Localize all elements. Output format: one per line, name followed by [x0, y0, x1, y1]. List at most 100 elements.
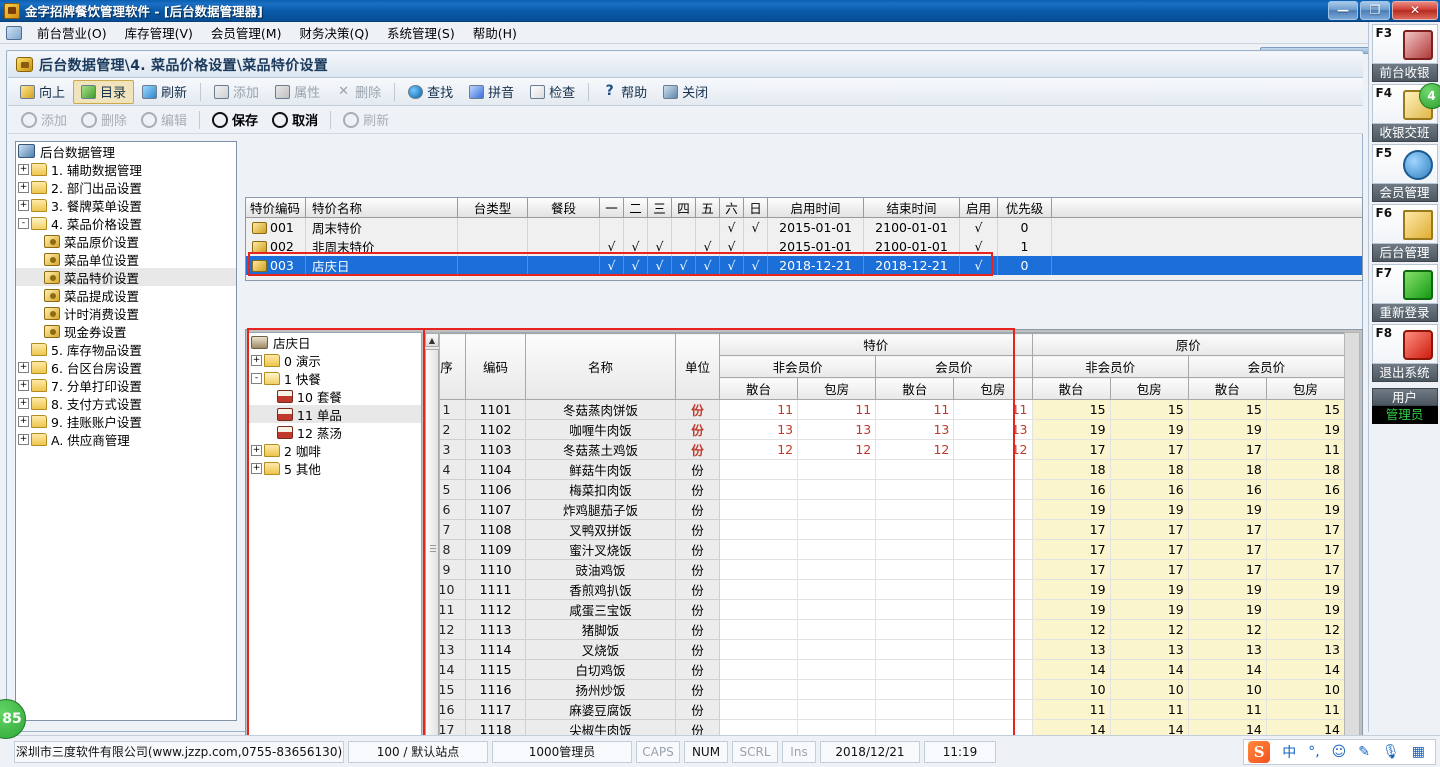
row-0-day-3[interactable] — [672, 218, 696, 237]
row-1-day-2[interactable]: √ — [648, 237, 672, 256]
cell-special-1[interactable] — [797, 599, 877, 620]
cell-special-1[interactable] — [797, 679, 877, 700]
special-price-row[interactable]: 001 周末特价 √ √ 2015-01-01 2100-01-01 √ 0 — [246, 218, 1362, 237]
cell-special-3[interactable] — [953, 499, 1033, 520]
cell-special-1[interactable] — [797, 619, 877, 640]
function-cell-f4[interactable]: F4 4 — [1371, 83, 1440, 124]
cell-special-3[interactable]: 13 — [953, 419, 1033, 440]
cell-special-1[interactable]: 12 — [797, 439, 877, 460]
cell-special-1[interactable] — [797, 519, 877, 540]
function-label-f8[interactable]: 退出系统 — [1371, 364, 1438, 382]
row-1-day-6[interactable] — [744, 237, 768, 256]
table-row[interactable]: 5 1106 梅菜扣肉饭份 16 16 16 16 — [427, 479, 1345, 500]
tree-expander-plus-icon[interactable]: + — [18, 415, 29, 427]
sogou-logo-icon[interactable]: S — [1248, 740, 1271, 763]
row-0-day-1[interactable] — [624, 218, 648, 237]
tree-expander-plus-icon[interactable]: + — [251, 444, 262, 456]
cell-special-0[interactable] — [718, 499, 799, 520]
tree-item-1[interactable]: +2. 部门出品设置 — [16, 178, 236, 196]
special-price-row[interactable]: 003 店庆日 √ √ √ √ √ √ √ 2018-12-21 2018-12-21 √ 0 — [246, 256, 1362, 275]
tree-item-11[interactable]: +6. 台区台房设置 — [16, 358, 236, 376]
ime-apps-icon[interactable]: ▦ — [1412, 744, 1425, 760]
menu-item-front-desk[interactable]: 前台营业(O) — [28, 21, 116, 44]
record-edit-button[interactable]: 编辑 — [134, 109, 194, 131]
function-label-f7[interactable]: 重新登录 — [1371, 304, 1438, 322]
toolbar-directory-button[interactable]: 目录 — [73, 79, 135, 104]
cell-special-2[interactable]: 12 — [875, 439, 955, 460]
close-button[interactable]: ✕ — [1392, 0, 1438, 20]
row-1-day-3[interactable] — [672, 237, 696, 256]
row-0-day-5[interactable]: √ — [720, 218, 744, 237]
ime-language-icon[interactable]: 中 — [1282, 742, 1296, 762]
cell-special-0[interactable]: 11 — [718, 399, 799, 420]
cell-special-2[interactable] — [875, 479, 955, 500]
row-enabled[interactable]: √ — [960, 256, 998, 275]
cell-special-3[interactable] — [953, 559, 1033, 580]
toolbar-add-button[interactable]: 添加 — [206, 80, 267, 104]
record-save-button[interactable]: 保存 — [205, 109, 265, 131]
row-2-day-1[interactable]: √ — [624, 256, 648, 275]
category-item-2[interactable]: 10 套餐 — [249, 387, 421, 405]
menu-item-inventory[interactable]: 库存管理(V) — [116, 21, 202, 44]
cell-special-0[interactable] — [718, 539, 799, 560]
tree-expander-plus-icon[interactable]: + — [18, 433, 29, 445]
tree-item-5[interactable]: 菜品单位设置 — [16, 250, 236, 268]
tree-item-10[interactable]: 5. 库存物品设置 — [16, 340, 236, 358]
cell-special-0[interactable] — [718, 599, 799, 620]
cell-special-1[interactable] — [797, 559, 877, 580]
function-label-f6[interactable]: 后台管理 — [1371, 244, 1438, 262]
table-row[interactable]: 10 1111 香煎鸡扒饭份 19 19 19 19 — [427, 579, 1345, 600]
cell-special-2[interactable] — [875, 679, 955, 700]
cell-special-1[interactable] — [797, 499, 877, 520]
row-1-day-0[interactable]: √ — [600, 237, 624, 256]
table-row[interactable]: 7 1108 叉鸭双拼饭份 17 17 17 17 — [427, 519, 1345, 540]
toolbar-close-button[interactable]: 关闭 — [655, 80, 716, 104]
function-cell-f5[interactable]: F5 — [1371, 144, 1438, 184]
tree-expander-plus-icon[interactable]: + — [251, 354, 262, 366]
function-label-f4[interactable]: 收银交班 — [1371, 124, 1438, 142]
tree-expander-plus-icon[interactable]: + — [18, 181, 29, 193]
cell-special-2[interactable] — [875, 599, 955, 620]
cell-special-1[interactable] — [797, 639, 877, 660]
tree-expander-plus-icon[interactable]: + — [18, 379, 29, 391]
cell-special-3[interactable]: 12 — [953, 439, 1033, 460]
cell-special-0[interactable]: 12 — [718, 439, 799, 460]
mdi-system-icon[interactable] — [6, 25, 22, 40]
cell-special-0[interactable] — [718, 579, 799, 600]
tree-expander-minus-icon[interactable]: - — [251, 372, 262, 384]
category-item-3[interactable]: 11 单品 — [249, 405, 421, 423]
special-price-grid[interactable]: 特价编码 特价名称 台类型 餐段 一 二 三 四 五 六 日 启用时间 结束时间… — [245, 197, 1363, 281]
cell-special-0[interactable] — [718, 479, 799, 500]
row-2-day-2[interactable]: √ — [648, 256, 672, 275]
cell-special-3[interactable] — [953, 679, 1033, 700]
function-cell-f3[interactable]: F3 — [1371, 24, 1438, 64]
cell-special-0[interactable] — [718, 559, 799, 580]
tree-item-15[interactable]: + A. 供应商管理 — [16, 430, 236, 448]
toolbar-up-button[interactable]: 向上 — [12, 80, 73, 104]
tree-root[interactable]: 后台数据管理 — [16, 142, 236, 160]
cell-special-2[interactable] — [875, 559, 955, 580]
menu-item-help[interactable]: 帮助(H) — [464, 21, 526, 44]
toolbar-search-button[interactable]: 查找 — [400, 80, 461, 104]
record-delete-button[interactable]: 删除 — [74, 109, 134, 131]
tree-item-7[interactable]: 菜品提成设置 — [16, 286, 236, 304]
tree-item-9[interactable]: 现金券设置 — [16, 322, 236, 340]
cell-special-1[interactable] — [797, 659, 877, 680]
table-row[interactable]: 11 1112 咸蛋三宝饭份 19 19 19 19 — [427, 599, 1345, 620]
row-1-day-5[interactable]: √ — [720, 237, 744, 256]
tree-item-0[interactable]: +1. 辅助数据管理 — [16, 160, 236, 178]
cell-special-3[interactable] — [953, 579, 1033, 600]
table-row[interactable]: 6 1107 炸鸡腿茄子饭份 19 19 19 19 — [427, 499, 1345, 520]
function-label-f3[interactable]: 前台收银 — [1371, 64, 1438, 82]
toolbar-help-button[interactable]: ? 帮助 — [594, 80, 655, 104]
function-cell-f8[interactable]: F8 — [1371, 324, 1438, 364]
table-row[interactable]: 13 1114 叉烧饭份 13 13 13 13 — [427, 639, 1345, 660]
table-row[interactable]: 2 1102 咖喱牛肉饭份 13 13 13 13 19 19 19 19 — [427, 419, 1345, 440]
menu-item-system[interactable]: 系统管理(S) — [378, 21, 464, 44]
toolbar-refresh-button[interactable]: 刷新 — [134, 80, 195, 104]
table-row[interactable]: 16 1117 麻婆豆腐饭份 11 11 11 11 — [427, 699, 1345, 720]
cell-special-1[interactable] — [797, 479, 877, 500]
menu-item-finance[interactable]: 财务决策(Q) — [290, 21, 378, 44]
table-row[interactable]: 8 1109 蜜汁叉烧饭份 17 17 17 17 — [427, 539, 1345, 560]
tree-item-13[interactable]: +8. 支付方式设置 — [16, 394, 236, 412]
